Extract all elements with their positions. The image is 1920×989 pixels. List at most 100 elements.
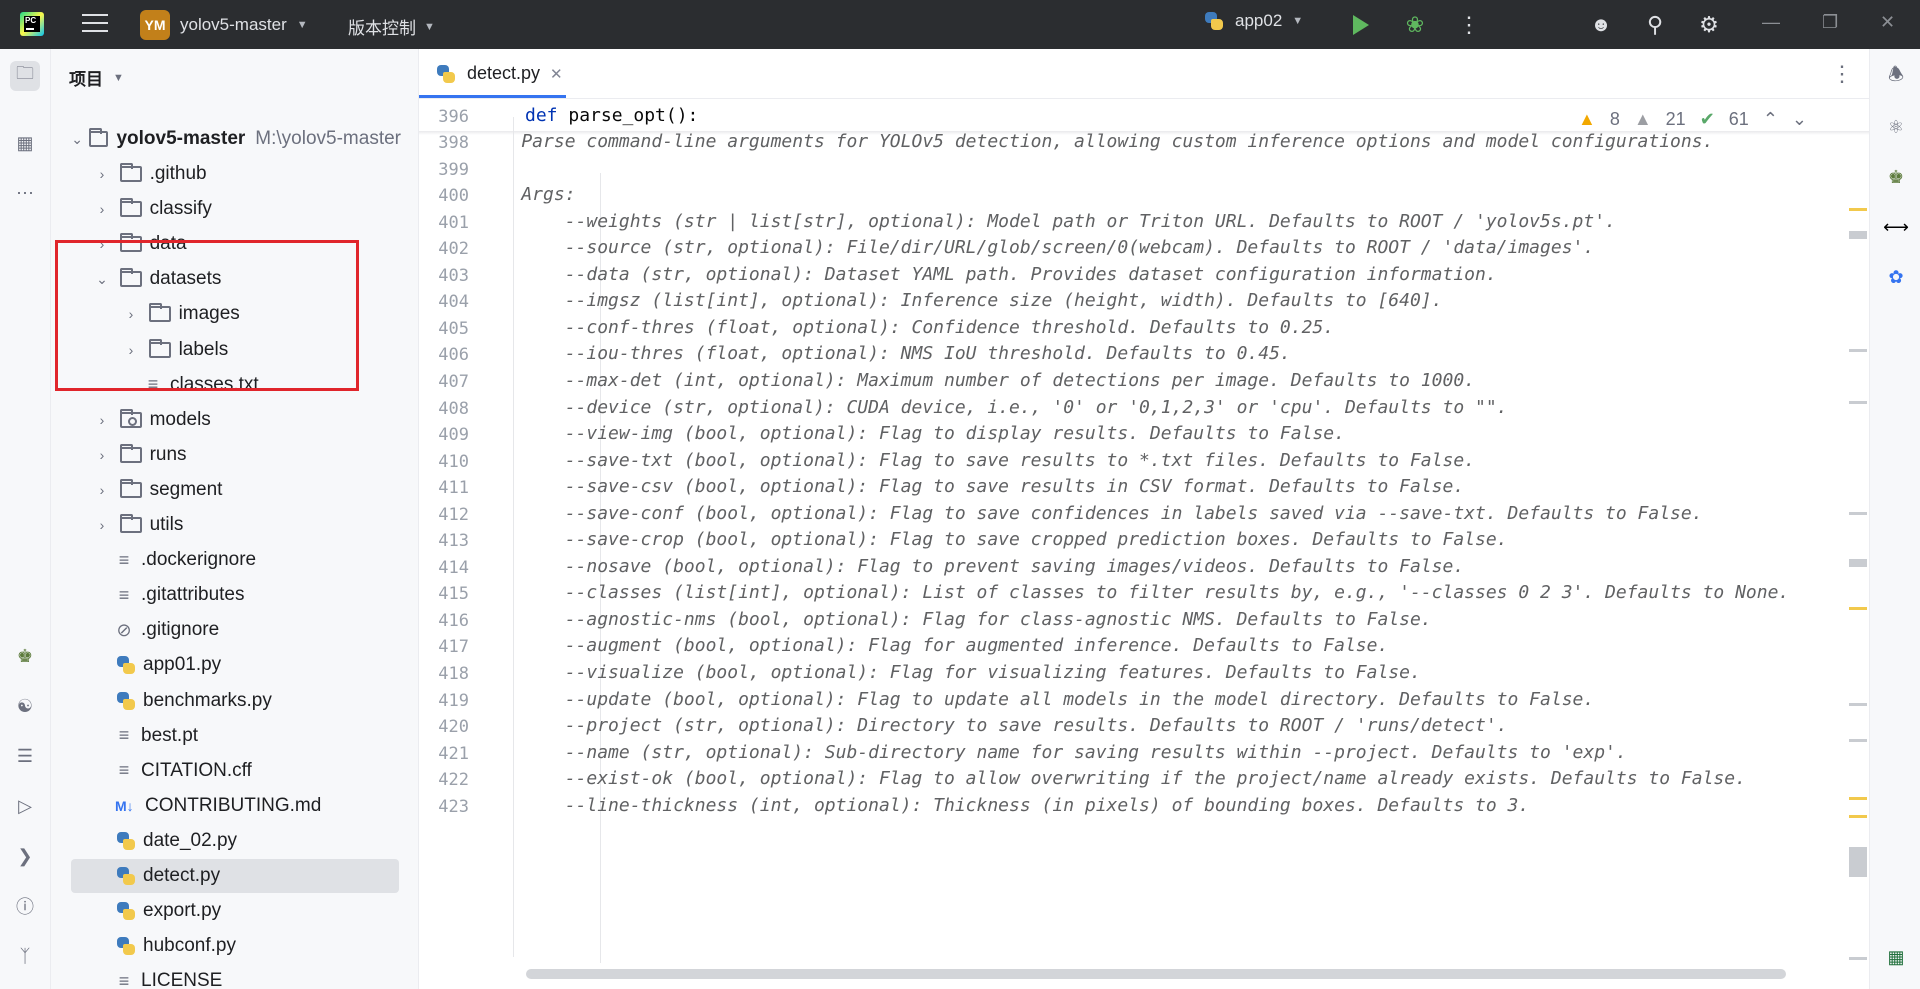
- inspection-widget[interactable]: ▲ 8 ▲ 21 ✔ 61 ⌃ ⌄: [1578, 109, 1807, 130]
- chevron-right-icon[interactable]: ›: [124, 342, 138, 358]
- tree-item[interactable]: app01.py: [51, 648, 381, 682]
- tree-item[interactable]: › .github: [51, 157, 381, 191]
- tree-item[interactable]: ≡ CITATION.cff: [51, 754, 381, 788]
- error-stripe-marker[interactable]: [1849, 957, 1867, 960]
- plugin-right-button[interactable]: ♚: [1882, 163, 1910, 191]
- minimize-button[interactable]: —: [1762, 12, 1780, 33]
- ai-assistant-button[interactable]: ⚛: [1882, 113, 1910, 141]
- settings-button[interactable]: ⚙: [1696, 12, 1722, 38]
- code-line[interactable]: --classes (list[int], optional): List of…: [478, 582, 1790, 603]
- chevron-right-icon[interactable]: ›: [95, 166, 109, 182]
- tree-item[interactable]: benchmarks.py: [51, 684, 381, 718]
- error-stripe-marker[interactable]: [1849, 559, 1867, 567]
- error-stripe-marker[interactable]: [1849, 847, 1867, 877]
- tree-item[interactable]: › utils: [51, 508, 381, 542]
- code-line[interactable]: --agnostic-nms (bool, optional): Flag fo…: [478, 609, 1432, 630]
- code-line[interactable]: --augment (bool, optional): Flag for aug…: [478, 635, 1389, 656]
- tree-item[interactable]: ≡ classes.txt: [51, 368, 381, 402]
- code-line[interactable]: --imgsz (list[int], optional): Inference…: [478, 290, 1443, 311]
- chevron-right-icon[interactable]: ›: [95, 236, 109, 252]
- code-line[interactable]: --save-csv (bool, optional): Flag to sav…: [478, 476, 1464, 497]
- vcs-menu[interactable]: 版本控制 ▼: [348, 14, 435, 39]
- tree-item[interactable]: › models: [51, 403, 381, 437]
- tree-item[interactable]: ≡ .dockerignore: [51, 543, 381, 577]
- tree-item[interactable]: ≡ LICENSE: [51, 964, 381, 989]
- code-line[interactable]: Parse command-line arguments for YOLOv5 …: [478, 131, 1713, 152]
- tree-item[interactable]: › data: [51, 227, 381, 261]
- code-line[interactable]: --source (str, optional): File/dir/URL/g…: [478, 237, 1595, 258]
- terminal-button[interactable]: ❯: [10, 841, 40, 871]
- python-packages-button[interactable]: ☯: [10, 691, 40, 721]
- tree-item[interactable]: export.py: [51, 894, 381, 928]
- previous-highlight-icon[interactable]: ⌃: [1763, 109, 1778, 130]
- tree-item[interactable]: detect.py: [71, 859, 399, 893]
- sciview-button[interactable]: ✿: [1882, 263, 1910, 291]
- tree-item[interactable]: › labels: [51, 333, 381, 367]
- code-line[interactable]: --nosave (bool, optional): Flag to preve…: [478, 556, 1464, 577]
- tree-item[interactable]: M↓ CONTRIBUTING.md: [51, 789, 381, 823]
- code-line[interactable]: --visualize (bool, optional): Flag for v…: [478, 662, 1421, 683]
- code-line[interactable]: --exist-ok (bool, optional): Flag to all…: [478, 768, 1746, 789]
- editor-horizontal-scrollbar[interactable]: [526, 969, 1786, 979]
- problems-button[interactable]: ⓘ: [10, 891, 40, 921]
- tree-item[interactable]: ⌄ datasets: [51, 262, 381, 296]
- chevron-right-icon[interactable]: ›: [95, 447, 109, 463]
- tree-item[interactable]: hubconf.py: [51, 929, 381, 963]
- tree-item[interactable]: › classify: [51, 192, 381, 226]
- close-icon[interactable]: ✕: [550, 65, 563, 83]
- error-stripe-marker[interactable]: [1849, 703, 1867, 706]
- debug-button[interactable]: ❀: [1402, 12, 1428, 38]
- pycharm-logo-icon[interactable]: PC: [20, 12, 44, 36]
- code-line[interactable]: --save-crop (bool, optional): Flag to sa…: [478, 529, 1508, 550]
- next-highlight-icon[interactable]: ⌄: [1792, 109, 1807, 130]
- error-stripe-marker[interactable]: [1849, 231, 1867, 239]
- error-stripe-marker[interactable]: [1849, 208, 1867, 211]
- chevron-right-icon[interactable]: ›: [95, 412, 109, 428]
- more-tools-button[interactable]: ⋯: [10, 178, 40, 208]
- code-line[interactable]: --conf-thres (float, optional): Confiden…: [478, 317, 1334, 338]
- services-button[interactable]: ▷: [10, 791, 40, 821]
- code-line[interactable]: --project (str, optional): Directory to …: [478, 715, 1508, 736]
- code-line[interactable]: --name (str, optional): Sub-directory na…: [478, 742, 1627, 763]
- tab-actions-kebab-icon[interactable]: ⋮: [1831, 61, 1853, 87]
- error-stripe-marker[interactable]: [1849, 401, 1867, 404]
- more-actions-button[interactable]: ⋮: [1456, 12, 1482, 38]
- layers-button[interactable]: ☰: [10, 741, 40, 771]
- chevron-down-icon[interactable]: ⌄: [95, 271, 109, 288]
- tree-item[interactable]: date_02.py: [51, 824, 381, 858]
- code-tool-button[interactable]: ⟷: [1882, 213, 1910, 241]
- tree-root[interactable]: ⌄ yolov5-master M:\yolov5-master: [71, 122, 401, 156]
- code-line[interactable]: --weights (str | list[str], optional): M…: [478, 211, 1616, 232]
- tree-item[interactable]: › images: [51, 297, 381, 331]
- code-line[interactable]: --max-det (int, optional): Maximum numbe…: [478, 370, 1475, 391]
- structure-tool-button[interactable]: ▦: [10, 128, 40, 158]
- close-window-button[interactable]: ✕: [1880, 12, 1895, 33]
- error-stripe-marker[interactable]: [1849, 349, 1867, 352]
- code-line[interactable]: --view-img (bool, optional): Flag to dis…: [478, 423, 1345, 444]
- sticky-code-line[interactable]: def parse_opt():: [525, 105, 698, 126]
- tab-detect-py[interactable]: detect.py ✕: [425, 49, 573, 98]
- maximize-button[interactable]: ❐: [1822, 12, 1838, 33]
- code-line[interactable]: --data (str, optional): Dataset YAML pat…: [478, 264, 1497, 285]
- project-tool-button[interactable]: 🗀: [10, 61, 40, 91]
- code-line[interactable]: --device (str, optional): CUDA device, i…: [478, 397, 1508, 418]
- project-panel-header[interactable]: 项目 ▼: [69, 65, 124, 90]
- tree-item[interactable]: ⊘ .gitignore: [51, 613, 381, 647]
- chevron-right-icon[interactable]: ›: [95, 517, 109, 533]
- error-stripe-marker[interactable]: [1849, 512, 1867, 515]
- tree-item[interactable]: ≡ best.pt: [51, 719, 381, 753]
- chevron-right-icon[interactable]: ›: [95, 201, 109, 217]
- run-button[interactable]: [1348, 12, 1374, 38]
- plugin-tool-button[interactable]: ♚: [10, 641, 40, 671]
- code-line[interactable]: --save-txt (bool, optional): Flag to sav…: [478, 450, 1475, 471]
- code-with-me-button[interactable]: ☻: [1588, 12, 1614, 38]
- code-line[interactable]: --iou-thres (float, optional): NMS IoU t…: [478, 343, 1291, 364]
- notifications-button[interactable]: 🕭: [1882, 63, 1910, 91]
- tree-item[interactable]: › segment: [51, 473, 381, 507]
- tree-item[interactable]: ≡ .gitattributes: [51, 578, 381, 612]
- code-line[interactable]: --line-thickness (int, optional): Thickn…: [478, 795, 1530, 816]
- excel-button[interactable]: ▦: [1882, 943, 1910, 971]
- error-stripe-marker[interactable]: [1849, 739, 1867, 742]
- search-button[interactable]: ⚲: [1642, 12, 1668, 38]
- run-config-selector[interactable]: app02 ▼: [1203, 10, 1303, 32]
